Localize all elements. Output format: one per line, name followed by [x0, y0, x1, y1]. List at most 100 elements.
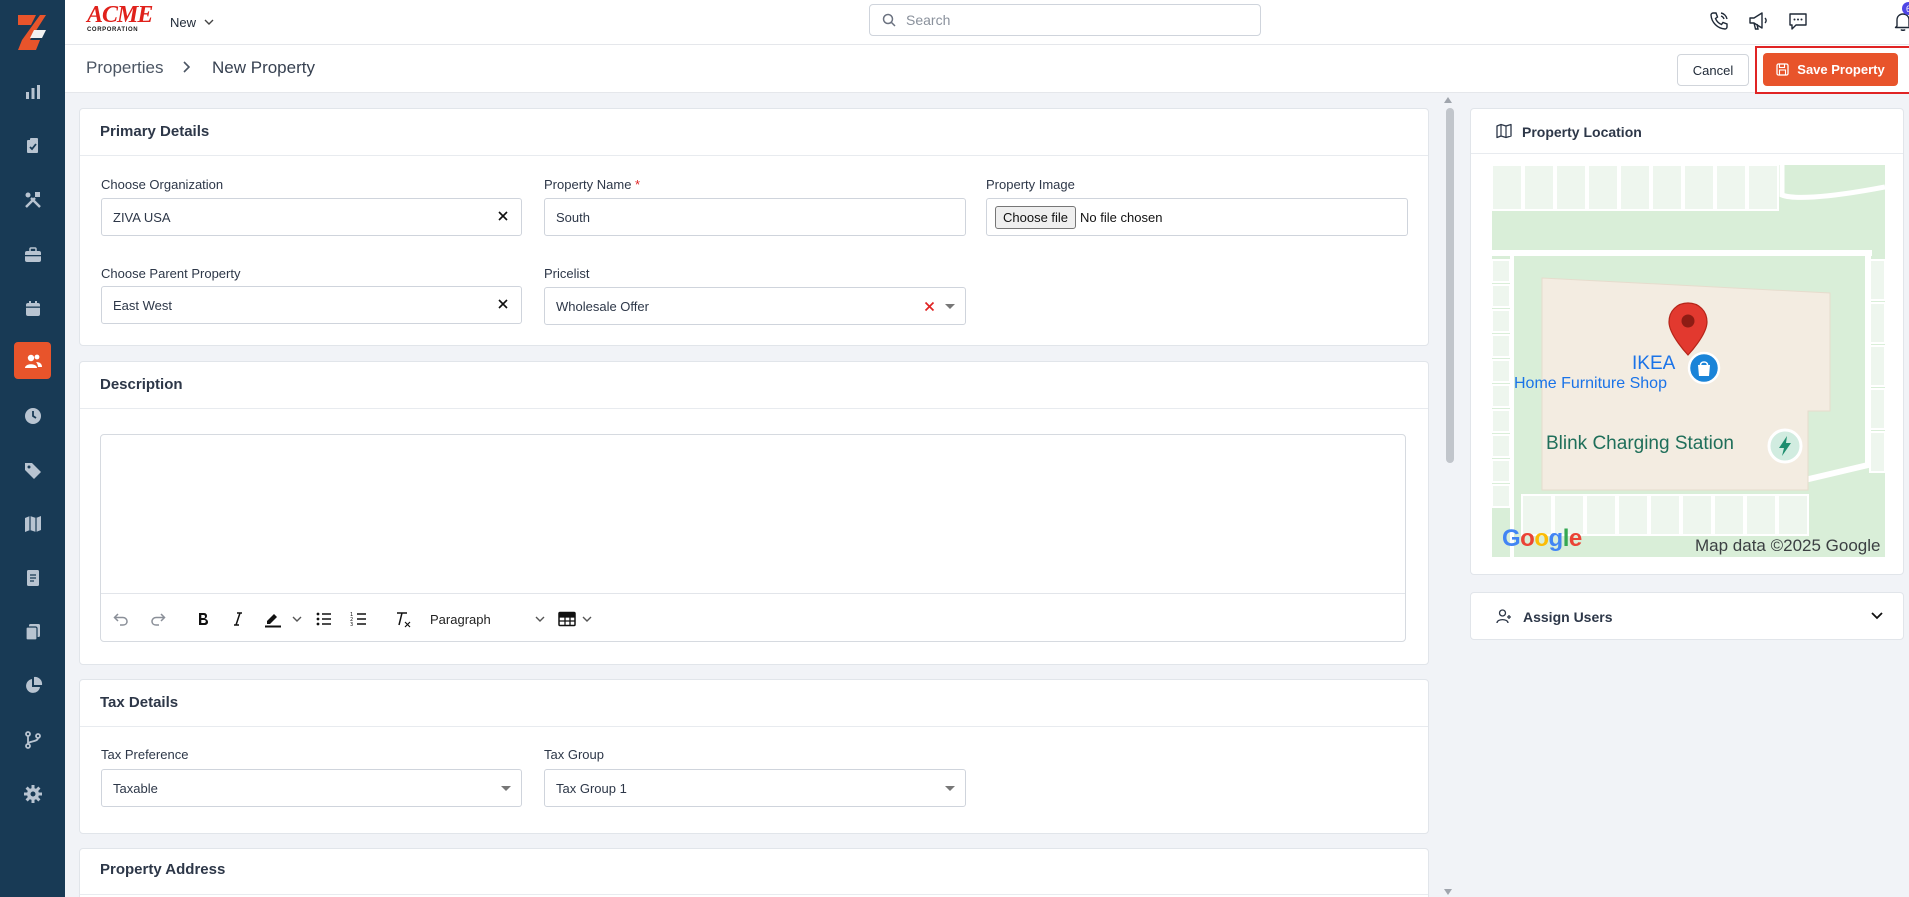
scroll-up-arrow-icon[interactable]: [1444, 97, 1452, 103]
required-mark: *: [635, 177, 641, 192]
sidebar-item-pricing[interactable]: [14, 451, 51, 488]
brand-name: ACME: [87, 2, 153, 28]
chevron-down-icon[interactable]: [1871, 612, 1883, 620]
notification-count-badge: 66: [1902, 2, 1909, 15]
location-marker-icon[interactable]: [1667, 301, 1709, 357]
pricelist-dropdown-arrow-icon[interactable]: [945, 304, 955, 309]
clear-pricelist-icon[interactable]: [924, 298, 935, 312]
app-logo-icon[interactable]: [14, 12, 50, 52]
bold-icon[interactable]: [193, 609, 213, 629]
bullet-list-icon[interactable]: [314, 609, 334, 629]
divider: [80, 408, 1428, 409]
tax-group-select[interactable]: Tax Group 1: [544, 769, 966, 807]
tax-group-value: Tax Group 1: [556, 780, 627, 796]
property-address-card: Property Address: [79, 848, 1429, 897]
sidebar-item-settings[interactable]: [14, 775, 51, 812]
highlight-icon[interactable]: [263, 609, 283, 629]
divider: [1471, 153, 1903, 154]
divider: [80, 726, 1428, 727]
sidebar-item-services[interactable]: [14, 181, 51, 218]
tax-preference-dropdown-arrow-icon[interactable]: [501, 786, 511, 791]
sidebar-item-customers[interactable]: [14, 342, 51, 379]
search-bar[interactable]: [869, 4, 1261, 36]
svg-text:3: 3: [350, 622, 353, 627]
sidebar-item-workflows[interactable]: [14, 721, 51, 758]
sidebar-item-tasks[interactable]: [14, 127, 51, 164]
bar-chart-icon: [25, 84, 40, 99]
breadcrumb-current: New Property: [212, 58, 315, 77]
map-attribution: Map data ©2025 Google: [1695, 536, 1881, 555]
charging-station-icon[interactable]: [1766, 427, 1804, 465]
property-image-label: Property Image: [986, 177, 1075, 192]
primary-details-card: Primary Details Choose Organization ZIVA…: [79, 108, 1429, 346]
clear-parent-property-icon[interactable]: [497, 298, 509, 310]
table-icon[interactable]: [557, 609, 577, 629]
tax-group-dropdown-arrow-icon[interactable]: [945, 786, 955, 791]
block-format-select[interactable]: Paragraph: [423, 606, 553, 632]
users-icon: [24, 354, 42, 368]
assign-users-card[interactable]: Assign Users: [1470, 592, 1904, 640]
numbered-list-icon[interactable]: 123: [349, 609, 369, 629]
editor-toolbar: 123 Paragraph: [101, 593, 1405, 641]
tax-details-card: Tax Details Tax Preference Taxable Tax G…: [79, 679, 1429, 834]
chat-icon[interactable]: [1786, 9, 1810, 33]
sidebar: [0, 0, 65, 897]
highlight-dropdown-chevron-icon[interactable]: [287, 609, 307, 629]
clear-organization-icon[interactable]: [497, 210, 509, 222]
choose-file-button[interactable]: Choose file: [995, 205, 1077, 229]
shopping-bag-icon[interactable]: [1687, 351, 1721, 389]
pricelist-value: Wholesale Offer: [556, 298, 649, 314]
page-header: Properties New Property Cancel Save Prop…: [65, 45, 1909, 94]
tools-icon: [24, 191, 41, 208]
sidebar-item-time[interactable]: [14, 397, 51, 434]
organization-label: Choose Organization: [101, 177, 224, 192]
sidebar-item-reports[interactable]: [14, 73, 51, 110]
chevron-down-icon: [204, 19, 214, 25]
brand-logo[interactable]: ACME CORPORATION: [87, 2, 153, 36]
location-map[interactable]: IKEA Home Furniture Shop Blink Charging …: [1492, 165, 1885, 557]
sidebar-item-jobs[interactable]: [14, 236, 51, 273]
save-property-button[interactable]: Save Property: [1763, 53, 1898, 86]
chevron-right-icon: [182, 61, 190, 73]
redo-icon[interactable]: [148, 609, 168, 629]
clipboard-check-icon: [26, 137, 38, 153]
assign-users-title: Assign Users: [1523, 609, 1613, 625]
top-bar: ACME CORPORATION New 66: [65, 0, 1909, 45]
property-name-input[interactable]: South: [544, 198, 966, 236]
description-title: Description: [100, 376, 183, 393]
clear-formatting-icon[interactable]: [393, 609, 413, 629]
add-user-icon: [1496, 608, 1512, 624]
italic-icon[interactable]: [228, 609, 248, 629]
scrollbar-thumb[interactable]: [1446, 108, 1454, 463]
tax-preference-select[interactable]: Taxable: [101, 769, 522, 807]
phone-icon[interactable]: [1707, 9, 1731, 33]
search-icon: [882, 13, 896, 27]
parent-property-label: Choose Parent Property: [101, 266, 241, 281]
cancel-button[interactable]: Cancel: [1677, 54, 1749, 86]
google-logo: Google: [1502, 525, 1582, 552]
property-image-field: Choose file No file chosen: [986, 198, 1408, 236]
map-icon: [24, 515, 41, 532]
scroll-down-arrow-icon[interactable]: [1444, 889, 1452, 895]
table-dropdown-chevron-icon[interactable]: [577, 609, 597, 629]
tag-icon: [24, 462, 41, 479]
description-card: Description 1 2 3 Paragraph: [79, 361, 1429, 665]
parent-property-select[interactable]: East West: [101, 286, 522, 324]
divider: [80, 155, 1428, 156]
sidebar-item-invoices[interactable]: [14, 559, 51, 596]
search-input[interactable]: [906, 12, 1236, 28]
breadcrumb-properties-link[interactable]: Properties: [86, 58, 163, 78]
undo-icon[interactable]: [111, 609, 131, 629]
briefcase-icon: [24, 246, 41, 262]
sidebar-item-analytics[interactable]: [14, 667, 51, 704]
primary-details-title: Primary Details: [100, 123, 210, 140]
description-editor[interactable]: 123 Paragraph: [100, 434, 1406, 642]
organization-select[interactable]: ZIVA USA: [101, 198, 522, 236]
pricelist-select[interactable]: Wholesale Offer: [544, 287, 966, 325]
tax-group-label: Tax Group: [544, 747, 604, 762]
sidebar-item-documents[interactable]: [14, 613, 51, 650]
new-menu-button[interactable]: New: [170, 12, 214, 32]
sidebar-item-map[interactable]: [14, 505, 51, 542]
sidebar-item-calendar[interactable]: [14, 290, 51, 327]
megaphone-icon[interactable]: [1746, 9, 1770, 33]
